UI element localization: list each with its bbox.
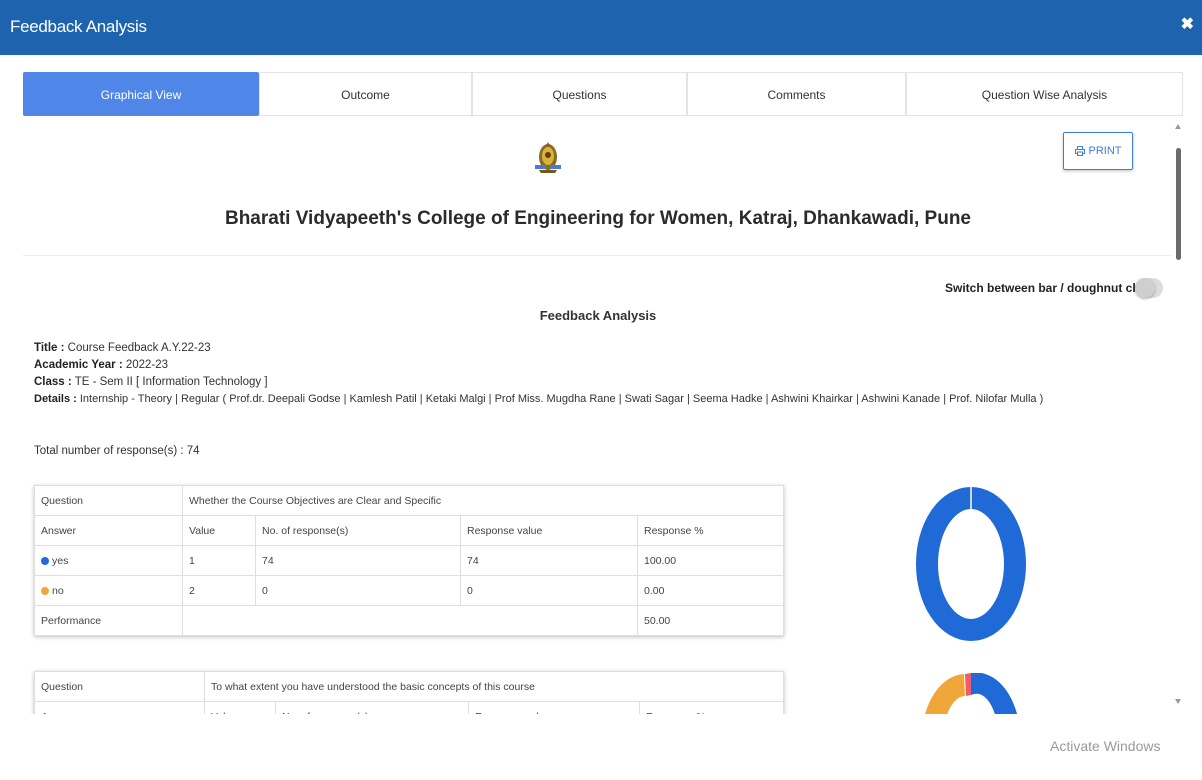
tab-comments[interactable]: Comments bbox=[687, 72, 906, 116]
windows-activation-watermark: Activate Windows bbox=[1050, 738, 1161, 754]
question-text: Whether the Course Objectives are Clear … bbox=[182, 485, 784, 516]
table-row: Question Whether the Course Objectives a… bbox=[34, 485, 784, 516]
close-icon[interactable]: ✖ bbox=[1181, 14, 1194, 34]
column-header: Response % bbox=[637, 515, 784, 546]
meta-year-label: Academic Year : bbox=[34, 359, 123, 371]
question-label: Question bbox=[34, 671, 205, 702]
column-header: Response value bbox=[468, 701, 640, 714]
performance-value: 50.00 bbox=[637, 605, 784, 636]
tab-bar: Graphical View Outcome Questions Comment… bbox=[23, 72, 1183, 116]
question-label: Question bbox=[34, 485, 183, 516]
tab-graphical-view[interactable]: Graphical View bbox=[23, 72, 259, 116]
answer-cell: yes bbox=[52, 554, 69, 567]
question-table-1: Question Whether the Course Objectives a… bbox=[34, 485, 784, 636]
tab-question-wise-analysis[interactable]: Question Wise Analysis bbox=[906, 72, 1183, 116]
performance-label: Performance bbox=[34, 605, 183, 636]
scroll-thumb[interactable] bbox=[1176, 148, 1181, 260]
yes-color-dot bbox=[41, 556, 49, 565]
meta-class-label: Class : bbox=[34, 376, 72, 388]
question-table-2: Question To what extent you have underst… bbox=[34, 671, 784, 714]
meta-class-row: Class : TE - Sem II [ Information Techno… bbox=[34, 374, 1043, 391]
column-header: Value bbox=[204, 701, 276, 714]
college-logo bbox=[535, 142, 561, 173]
question-text: To what extent you have understood the b… bbox=[204, 671, 784, 702]
meta-details-value: Internship - Theory | Regular ( Prof.dr.… bbox=[76, 393, 1044, 405]
responses-cell: 0 bbox=[255, 575, 461, 606]
toggle-knob bbox=[1135, 278, 1155, 298]
table-row: no 2 0 0 0.00 bbox=[34, 575, 784, 606]
column-header: Answer bbox=[34, 701, 205, 714]
value-cell: 1 bbox=[182, 545, 256, 576]
percent-cell: 0.00 bbox=[637, 575, 784, 606]
column-header: No. of response(s) bbox=[275, 701, 469, 714]
chart-switch-label: Switch between bar / doughnut chart bbox=[945, 281, 1156, 295]
column-header: No. of response(s) bbox=[255, 515, 461, 546]
total-responses: Total number of response(s) : 74 bbox=[34, 445, 200, 457]
yes-segment bbox=[916, 487, 1026, 641]
table-header-row: Answer Value No. of response(s) Response… bbox=[34, 515, 784, 546]
feedback-meta: Title : Course Feedback A.Y.22-23 Academ… bbox=[34, 340, 1043, 408]
meta-title-label: Title : bbox=[34, 342, 65, 354]
meta-class-value: TE - Sem II [ Information Technology ] bbox=[71, 376, 268, 388]
table-header-row: Answer Value No. of response(s) Response… bbox=[34, 701, 784, 714]
modal-header: Feedback Analysis ✖ bbox=[0, 0, 1202, 55]
red-segment bbox=[965, 673, 971, 696]
print-button[interactable]: PRINT bbox=[1063, 132, 1133, 170]
table-row: Question To what extent you have underst… bbox=[34, 671, 784, 702]
meta-title-row: Title : Course Feedback A.Y.22-23 bbox=[34, 340, 1043, 357]
meta-title-value: Course Feedback A.Y.22-23 bbox=[64, 342, 211, 354]
report-content: PRINT Bharati Vidyapeeth's College of En… bbox=[23, 118, 1173, 714]
table-row: Performance 50.00 bbox=[34, 605, 784, 636]
scroll-up-arrow-icon[interactable] bbox=[1175, 124, 1181, 129]
column-header: Answer bbox=[34, 515, 183, 546]
meta-details-label: Details : bbox=[34, 393, 77, 405]
table-row: yes 1 74 74 100.00 bbox=[34, 545, 784, 576]
doughnut-chart-1 bbox=[916, 487, 1026, 641]
scroll-down-arrow-icon[interactable] bbox=[1175, 699, 1181, 704]
printer-icon bbox=[1074, 146, 1085, 156]
column-header: Value bbox=[182, 515, 256, 546]
doughnut-chart-2 bbox=[925, 673, 1017, 714]
tab-questions[interactable]: Questions bbox=[472, 72, 687, 116]
print-label: PRINT bbox=[1088, 145, 1122, 157]
no-color-dot bbox=[41, 586, 49, 595]
content-scrollbar[interactable] bbox=[1172, 118, 1186, 714]
meta-year-row: Academic Year : 2022-23 bbox=[34, 357, 1043, 374]
column-header: Response % bbox=[639, 701, 784, 714]
value-cell: 2 bbox=[182, 575, 256, 606]
divider bbox=[23, 255, 1173, 256]
response-value-cell: 0 bbox=[460, 575, 638, 606]
answer-cell: no bbox=[52, 584, 64, 597]
column-header: Response value bbox=[460, 515, 638, 546]
response-value-cell: 74 bbox=[460, 545, 638, 576]
responses-cell: 74 bbox=[255, 545, 461, 576]
meta-year-value: 2022-23 bbox=[122, 359, 169, 371]
tab-outcome[interactable]: Outcome bbox=[259, 72, 472, 116]
college-name: Bharati Vidyapeeth's College of Engineer… bbox=[224, 208, 972, 229]
orange-segment bbox=[925, 674, 965, 714]
blue-segment bbox=[971, 673, 1017, 714]
percent-cell: 100.00 bbox=[637, 545, 784, 576]
modal-title: Feedback Analysis bbox=[10, 17, 147, 36]
section-title: Feedback Analysis bbox=[539, 308, 657, 323]
chart-type-toggle[interactable] bbox=[1135, 278, 1163, 298]
meta-details-row: Details : Internship - Theory | Regular … bbox=[34, 391, 1043, 408]
